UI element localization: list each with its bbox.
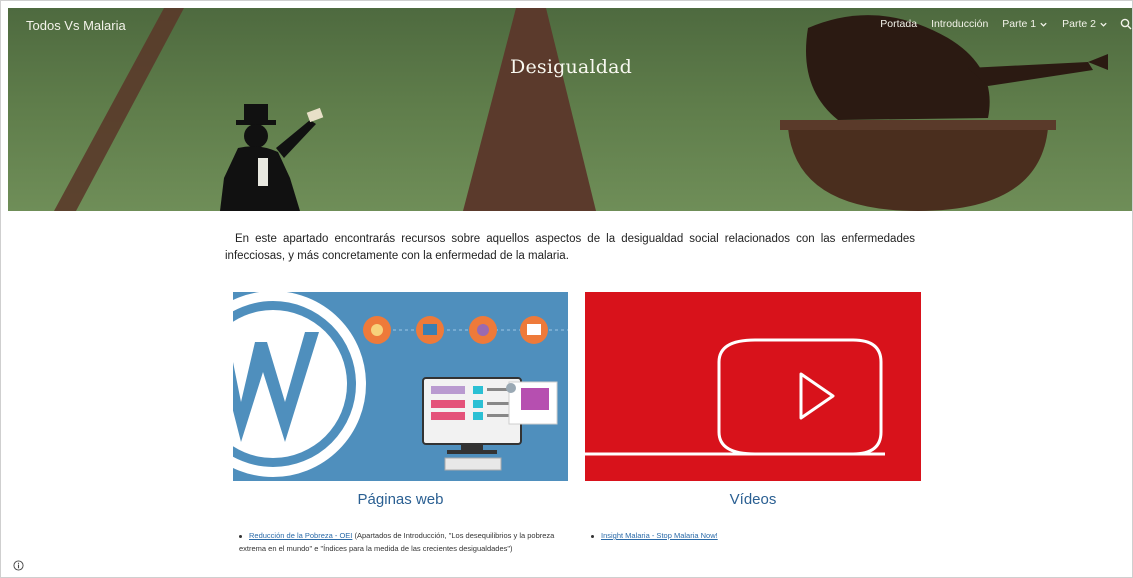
link-reduccion-pobreza[interactable]: Reducción de la Pobreza - OEI: [249, 531, 352, 540]
nav-label: Parte 2: [1062, 18, 1096, 30]
videos-image[interactable]: [585, 292, 921, 481]
nav-label: Portada: [880, 18, 918, 30]
nav-parte-2[interactable]: Parte 2: [1062, 18, 1108, 30]
videos-list: Insight Malaria - Stop Malaria Now!: [591, 529, 921, 542]
bullet-icon: [239, 534, 242, 538]
chevron-down-icon: [1040, 22, 1047, 27]
nav-introduccion[interactable]: Introducción: [931, 18, 988, 30]
play-icon: [585, 338, 885, 456]
web-pages-image[interactable]: [233, 292, 568, 481]
bullet-icon: [591, 534, 594, 538]
chevron-down-icon: [1100, 22, 1107, 27]
videos-title: Vídeos: [729, 491, 777, 508]
link-insight-malaria[interactable]: Insight Malaria - Stop Malaria Now!: [601, 531, 718, 540]
web-pages-list: Reducción de la Pobreza - OEI (Apartados…: [239, 529, 569, 555]
nav-parte-1[interactable]: Parte 1: [1002, 18, 1048, 30]
search-icon[interactable]: [1120, 18, 1132, 30]
info-icon[interactable]: [13, 560, 24, 571]
list-item: Insight Malaria - Stop Malaria Now!: [591, 529, 921, 542]
nav-portada[interactable]: Portada: [880, 18, 917, 30]
nav-label: Introducción: [931, 18, 989, 30]
top-nav: Portada Introducción Parte 1 Parte 2: [866, 18, 1132, 30]
hero-banner: Todos Vs Malaria Portada Introducción Pa…: [8, 8, 1132, 211]
nav-label: Parte 1: [1002, 18, 1037, 30]
hero-illustration: [54, 8, 1108, 211]
web-pages-title: Páginas web: [357, 491, 444, 508]
site-title[interactable]: Todos Vs Malaria: [26, 18, 126, 33]
list-item: Reducción de la Pobreza - OEI (Apartados…: [239, 529, 569, 555]
wordpress-illustration: [233, 292, 568, 477]
intro-paragraph: En este apartado encontrarás recursos so…: [225, 233, 915, 262]
page-title: Desigualdad: [510, 56, 632, 78]
page-frame: Todos Vs Malaria Portada Introducción Pa…: [0, 0, 1133, 578]
